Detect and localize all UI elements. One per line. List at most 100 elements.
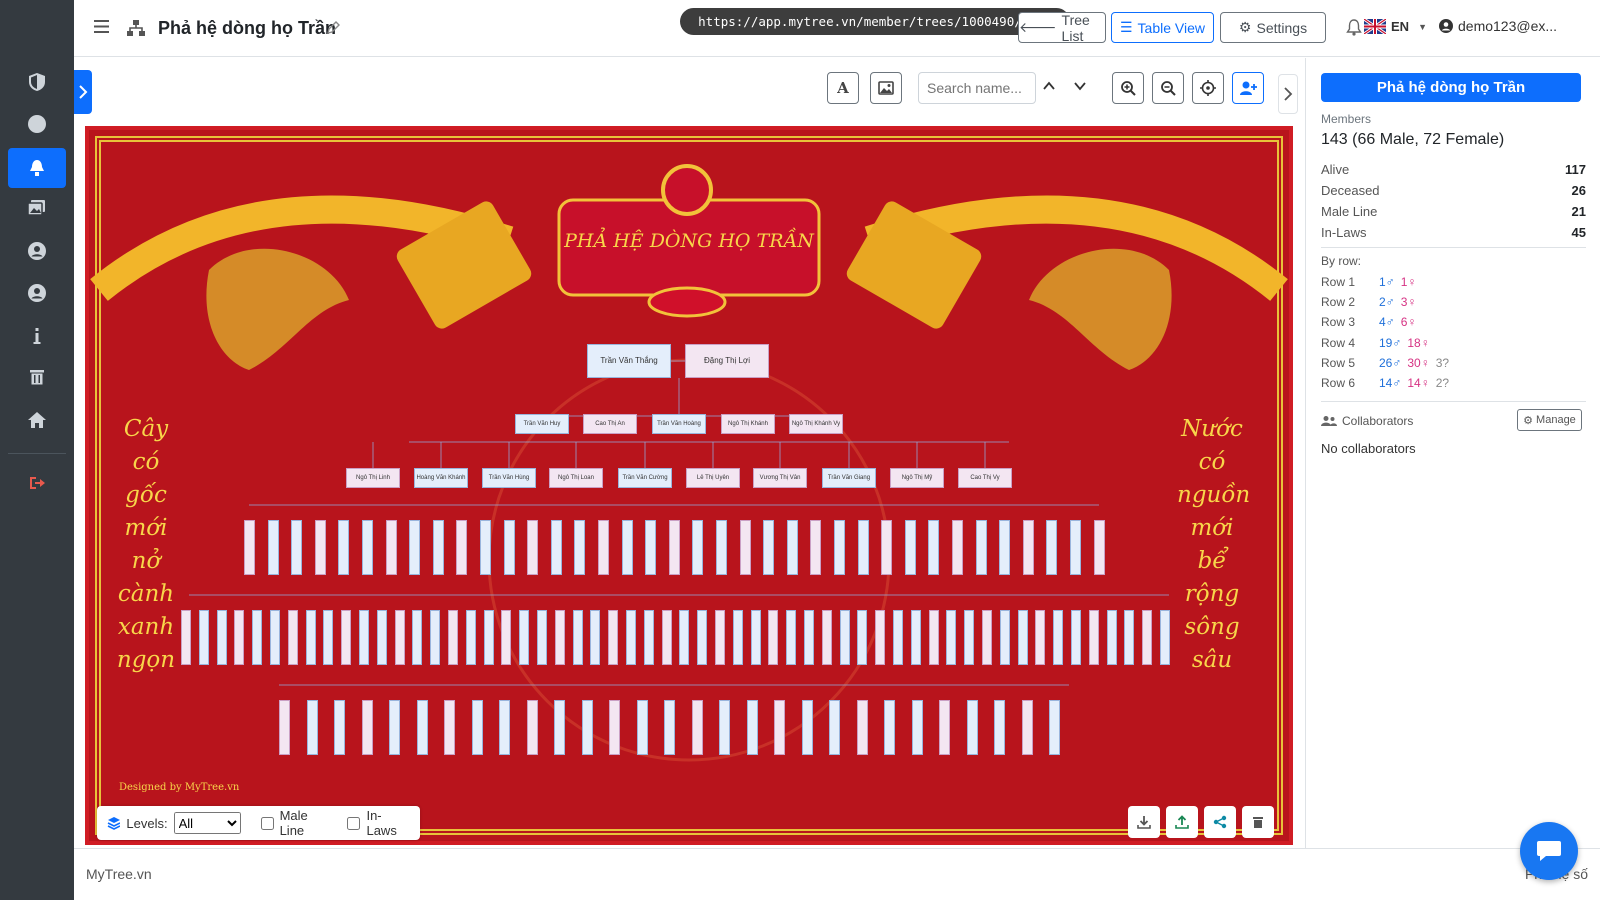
hamburger-icon[interactable] (94, 19, 110, 39)
tree-node-collapsed[interactable] (719, 700, 730, 755)
tree-node-collapsed[interactable] (503, 520, 515, 575)
tree-node-collapsed[interactable] (362, 520, 373, 575)
tree-node-collapsed[interactable] (1053, 610, 1064, 665)
tree-node-collapsed[interactable] (801, 700, 813, 755)
tree-node-collapsed[interactable] (994, 700, 1005, 755)
tree-node-collapsed[interactable] (661, 610, 672, 665)
tree-node-collapsed[interactable] (999, 610, 1010, 665)
tree-node-collapsed[interactable] (471, 700, 483, 755)
edit-title-icon[interactable] (326, 21, 340, 40)
tree-node-collapsed[interactable] (216, 610, 227, 665)
tree-node-collapsed[interactable] (1046, 520, 1058, 575)
tree-node-collapsed[interactable] (964, 610, 975, 665)
add-member-button[interactable] (1232, 72, 1264, 104)
tree-node-collapsed[interactable] (334, 700, 345, 755)
tree-node-collapsed[interactable] (1070, 520, 1081, 575)
tree-node-collapsed[interactable] (432, 520, 444, 575)
tree-node-collapsed[interactable] (376, 610, 387, 665)
tree-node-collapsed[interactable] (746, 700, 758, 755)
tree-node-collapsed[interactable] (1022, 520, 1034, 575)
tree-node[interactable]: Lê Thị Uyên (686, 468, 740, 488)
tree-node-collapsed[interactable] (804, 610, 814, 665)
search-input[interactable] (918, 72, 1036, 104)
tree-node-collapsed[interactable] (430, 610, 441, 665)
zoom-out-button[interactable] (1152, 72, 1184, 104)
tree-node-collapsed[interactable] (306, 700, 318, 755)
tree-node-collapsed[interactable] (287, 610, 298, 665)
tree-node-collapsed[interactable] (1093, 520, 1105, 575)
tree-node-collapsed[interactable] (928, 520, 940, 575)
gallery-icon[interactable] (8, 188, 66, 228)
tree-node-collapsed[interactable] (884, 700, 895, 755)
tree-node-collapsed[interactable] (697, 610, 708, 665)
tree-node-collapsed[interactable] (448, 610, 458, 665)
tree-node-collapsed[interactable] (267, 520, 279, 575)
tree-node-collapsed[interactable] (234, 610, 245, 665)
tree-node-collapsed[interactable] (857, 610, 868, 665)
tree-list-button[interactable]: 🡐 Tree List (1018, 12, 1106, 44)
tree-node[interactable]: Trần Văn Cường (618, 468, 672, 488)
tree-node-collapsed[interactable] (1106, 610, 1117, 665)
tree-node-collapsed[interactable] (385, 520, 397, 575)
tree-node-collapsed[interactable] (786, 610, 797, 665)
tree-node-collapsed[interactable] (361, 700, 373, 755)
tree-node[interactable]: Cao Thị An (583, 414, 637, 434)
tree-node-collapsed[interactable] (966, 700, 978, 755)
tree-node-collapsed[interactable] (946, 610, 957, 665)
logout-icon[interactable] (8, 463, 66, 503)
tree-node-collapsed[interactable] (810, 520, 822, 575)
tree-node-collapsed[interactable] (975, 520, 987, 575)
tree-nav-icon[interactable] (8, 148, 66, 188)
tree-node-collapsed[interactable] (444, 700, 455, 755)
tree-node-collapsed[interactable] (291, 520, 303, 575)
tree-node-collapsed[interactable] (394, 610, 405, 665)
chevron-up-icon[interactable] (1042, 79, 1056, 98)
tree-node-collapsed[interactable] (244, 520, 255, 575)
tree-node-collapsed[interactable] (952, 520, 963, 575)
tree-node[interactable]: Ngô Thị Loan (549, 468, 603, 488)
family-tree-chart[interactable]: PHẢ HỆ DÒNG HỌ TRẦN Cây có gốc mới nở cành xan… (85, 126, 1293, 845)
tree-node-collapsed[interactable] (928, 610, 939, 665)
table-view-button[interactable]: ☰ Table View (1111, 12, 1214, 43)
tree-node[interactable]: Ngô Thị Linh (346, 468, 400, 488)
tree-node[interactable]: Vương Thị Vân (753, 468, 807, 488)
tree-node[interactable]: Hoàng Văn Khánh (414, 468, 468, 488)
tree-node-collapsed[interactable] (323, 610, 334, 665)
tree-node-collapsed[interactable] (1017, 610, 1028, 665)
tree-node-collapsed[interactable] (412, 610, 423, 665)
tree-node-collapsed[interactable] (338, 520, 350, 575)
tree-node-collapsed[interactable] (1088, 610, 1099, 665)
zoom-in-button[interactable] (1112, 72, 1144, 104)
tree-node-collapsed[interactable] (939, 700, 950, 755)
expand-left-button[interactable] (74, 70, 92, 114)
tree-node-collapsed[interactable] (645, 520, 657, 575)
tree-node-collapsed[interactable] (480, 520, 491, 575)
center-button[interactable] (1192, 72, 1224, 104)
tree-node[interactable]: Ngô Thị Mỹ (890, 468, 944, 488)
tree-node-collapsed[interactable] (664, 700, 675, 755)
tree-node-collapsed[interactable] (409, 520, 421, 575)
tree-node-collapsed[interactable] (856, 700, 868, 755)
tree-node-collapsed[interactable] (715, 610, 725, 665)
tree-node-collapsed[interactable] (999, 520, 1011, 575)
tree-node-collapsed[interactable] (911, 700, 923, 755)
user-menu[interactable]: demo123@ex... (1439, 18, 1557, 34)
tree-node-collapsed[interactable] (550, 520, 562, 575)
tree-node-collapsed[interactable] (501, 610, 512, 665)
tree-node-collapsed[interactable] (527, 520, 539, 575)
tree-node-collapsed[interactable] (739, 520, 751, 575)
tree-node-collapsed[interactable] (416, 700, 428, 755)
tree-node-collapsed[interactable] (581, 700, 593, 755)
tree-node-collapsed[interactable] (643, 610, 654, 665)
tree-node-collapsed[interactable] (181, 610, 191, 665)
tree-node-collapsed[interactable] (252, 610, 263, 665)
tree-node-collapsed[interactable] (692, 520, 704, 575)
tree-node-collapsed[interactable] (839, 610, 850, 665)
tree-node-collapsed[interactable] (679, 610, 690, 665)
tree-node-collapsed[interactable] (314, 520, 326, 575)
home-icon[interactable] (8, 400, 66, 440)
tree-node-collapsed[interactable] (732, 610, 743, 665)
tree-node-collapsed[interactable] (590, 610, 601, 665)
tree-node[interactable]: Trần Văn Huy (515, 414, 569, 434)
bell-icon[interactable] (1346, 18, 1362, 41)
